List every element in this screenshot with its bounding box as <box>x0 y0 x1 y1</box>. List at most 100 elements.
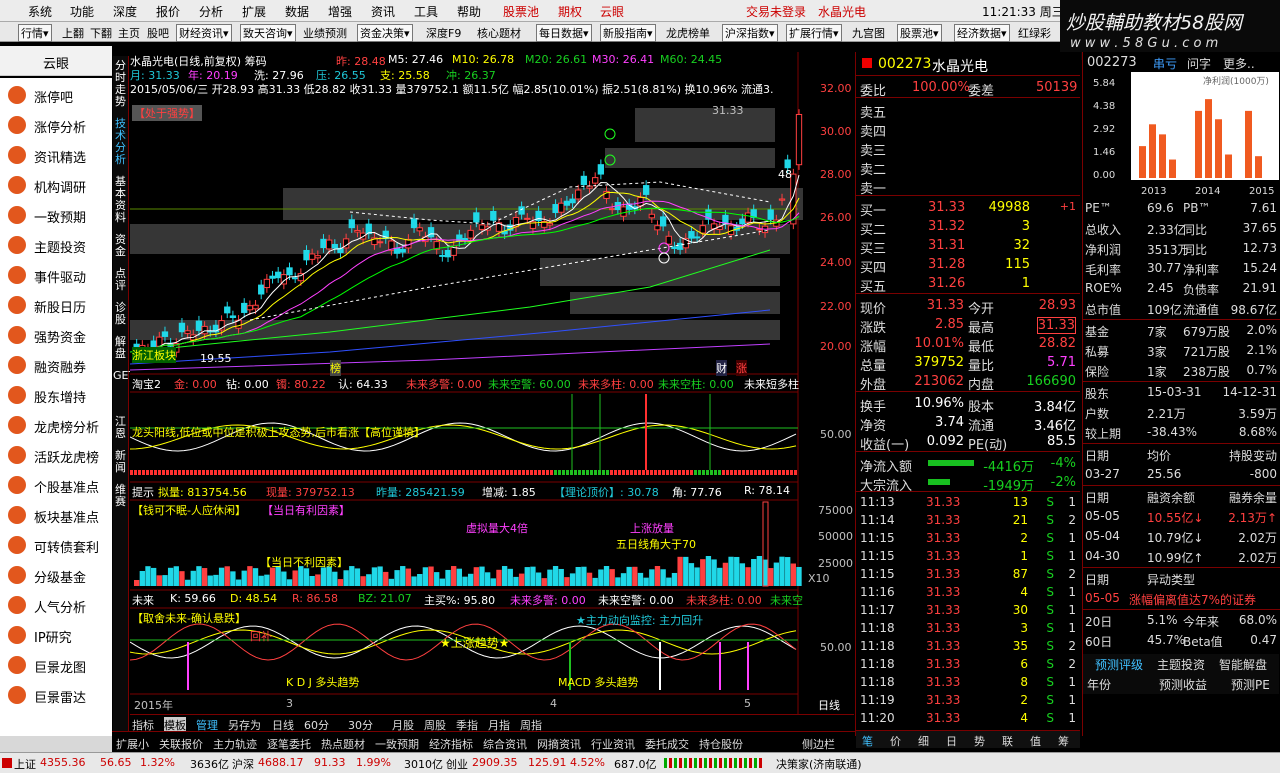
vtab-1[interactable]: 技术分析 <box>113 118 128 166</box>
function-tab-4[interactable]: 热点题材 <box>321 736 365 752</box>
menu-info[interactable]: 资讯 <box>371 3 395 20</box>
sidebar-item-5[interactable]: 主题投资 <box>0 230 112 260</box>
sidebar-item-20[interactable]: 巨景雷达 <box>0 680 112 710</box>
fin-btab-0[interactable]: 预测评级 <box>1095 656 1143 673</box>
toolbar-quote[interactable]: 行情▾ <box>18 24 52 42</box>
function-tab-2[interactable]: 主力轨迹 <box>213 736 257 752</box>
toolbar-finance-news[interactable]: 财经资讯▾ <box>176 24 232 42</box>
vtab-10[interactable]: 维赛 <box>113 484 128 508</box>
menu-depth[interactable]: 深度 <box>113 3 137 20</box>
function-tab-7[interactable]: 综合资讯 <box>483 736 527 752</box>
sidebar-item-9[interactable]: 融资融券 <box>0 350 112 380</box>
buy-row[interactable]: 买五 31.26 1 <box>856 275 1080 295</box>
fin-btab-1[interactable]: 主题投资 <box>1157 656 1205 673</box>
function-tab-8[interactable]: 网摘资讯 <box>537 736 581 752</box>
sell-row[interactable]: 卖一 <box>856 177 1080 197</box>
menu-quote[interactable]: 报价 <box>156 3 180 20</box>
sidebar-item-13[interactable]: 个股基准点 <box>0 470 112 500</box>
quote-tab-3[interactable]: 日 <box>946 733 957 749</box>
function-tab-9[interactable]: 行业资讯 <box>591 736 635 752</box>
fin-tab-2[interactable]: 更多.. <box>1223 55 1255 72</box>
sidebar-item-10[interactable]: 股东增持 <box>0 380 112 410</box>
sidebar-item-16[interactable]: 分级基金 <box>0 560 112 590</box>
sell-row[interactable]: 卖三 <box>856 139 1080 159</box>
quote-tab-7[interactable]: 筹 <box>1058 733 1069 749</box>
sz-label[interactable]: 沪深 <box>232 756 254 772</box>
trade-login-status[interactable]: 交易未登录 <box>746 3 806 20</box>
sidebar-item-11[interactable]: 龙虎榜分析 <box>0 410 112 440</box>
toolbar-ipo-guide[interactable]: 新股指南▾ <box>600 24 656 42</box>
menu-data[interactable]: 数据 <box>285 3 309 20</box>
sell-row[interactable]: 卖五 <box>856 101 1080 121</box>
vtab-8[interactable]: 江恩 <box>113 416 128 440</box>
vtab-0[interactable]: 分时走势 <box>113 60 128 108</box>
sidebar-item-15[interactable]: 可转债套利 <box>0 530 112 560</box>
quote-tab-1[interactable]: 价 <box>890 733 901 749</box>
sidebar-scroll[interactable] <box>0 736 112 752</box>
menu-extend[interactable]: 扩展 <box>242 3 266 20</box>
toolbar-home[interactable]: 主页 <box>118 25 140 41</box>
toolbar-f9[interactable]: 深度F9 <box>426 25 461 41</box>
toolbar-forecast[interactable]: 业绩预测 <box>303 25 347 41</box>
flow-row[interactable]: 大宗流入 -1949万 -2% <box>856 474 1080 494</box>
menu-system[interactable]: 系统 <box>28 3 52 20</box>
menu-help[interactable]: 帮助 <box>457 3 481 20</box>
sidebar-item-8[interactable]: 强势资金 <box>0 320 112 350</box>
sidebar-item-19[interactable]: 巨景龙图 <box>0 650 112 680</box>
period-label[interactable]: 日线 <box>818 697 840 713</box>
buy-row[interactable]: 买四 31.28 115 <box>856 256 1080 276</box>
function-tab-6[interactable]: 经济指标 <box>429 736 473 752</box>
cy-label[interactable]: 创业 <box>446 756 468 772</box>
menu-stock-pool[interactable]: 股票池 <box>503 3 539 20</box>
function-tab-12[interactable]: 侧边栏 <box>802 736 835 752</box>
sidebar-item-14[interactable]: 板块基准点 <box>0 500 112 530</box>
quote-tab-2[interactable]: 细 <box>918 733 929 749</box>
fin-tab-1[interactable]: 问字 <box>1187 55 1211 72</box>
toolbar-econ-data[interactable]: 经济数据▾ <box>954 24 1010 42</box>
sidebar-item-3[interactable]: 机构调研 <box>0 170 112 200</box>
sidebar-item-4[interactable]: 一致预期 <box>0 200 112 230</box>
menu-options[interactable]: 期权 <box>558 3 582 20</box>
vtab-7[interactable]: GET <box>113 370 135 382</box>
vtab-6[interactable]: 解盘 <box>113 336 128 360</box>
toolbar-page-up[interactable]: 上翻 <box>62 25 84 41</box>
toolbar-nine-grid[interactable]: 九宫图 <box>852 25 885 41</box>
function-tab-3[interactable]: 逐笔委托 <box>267 736 311 752</box>
menu-cloud-eye[interactable]: 云眼 <box>600 3 624 20</box>
toolbar-core-topic[interactable]: 核心题材 <box>477 25 521 41</box>
function-tab-0[interactable]: 扩展小 <box>116 736 149 752</box>
quote-tab-6[interactable]: 值 <box>1030 733 1041 749</box>
vtab-3[interactable]: 资金 <box>113 234 128 258</box>
sidebar-item-6[interactable]: 事件驱动 <box>0 260 112 290</box>
fin-btab-2[interactable]: 智能解盘 <box>1219 656 1267 673</box>
sell-row[interactable]: 卖四 <box>856 120 1080 140</box>
quote-tab-0[interactable]: 笔 <box>862 733 873 749</box>
toolbar-page-down[interactable]: 下翻 <box>90 25 112 41</box>
sidebar-item-2[interactable]: 资讯精选 <box>0 140 112 170</box>
buy-row[interactable]: 买二 31.32 3 <box>856 218 1080 238</box>
toolbar-consult[interactable]: 致天咨询▾ <box>240 24 296 42</box>
quote-tab-4[interactable]: 势 <box>974 733 985 749</box>
toolbar-forum[interactable]: 股吧 <box>147 25 169 41</box>
flow-row[interactable]: 净流入额 -4416万 -4% <box>856 455 1080 475</box>
menu-tools[interactable]: 工具 <box>414 3 438 20</box>
function-tab-1[interactable]: 关联报价 <box>159 736 203 752</box>
toolbar-lottery[interactable]: 红绿彩 <box>1018 25 1051 41</box>
toolbar-stock-pool[interactable]: 股票池▾ <box>897 24 942 42</box>
fin-tab-0[interactable]: 串亏 <box>1153 55 1177 72</box>
toolbar-ext-quote[interactable]: 扩展行情▾ <box>786 24 842 42</box>
buy-row[interactable]: 买三 31.31 32 <box>856 237 1080 257</box>
function-tab-10[interactable]: 委托成交 <box>645 736 689 752</box>
sh-label[interactable]: 上证 <box>14 756 36 772</box>
toolbar-daily-data[interactable]: 每日数据▾ <box>536 24 592 42</box>
sidebar-item-1[interactable]: 涨停分析 <box>0 110 112 140</box>
function-tab-5[interactable]: 一致预期 <box>375 736 419 752</box>
vtab-4[interactable]: 点评 <box>113 268 128 292</box>
vtab-5[interactable]: 诊股 <box>113 302 128 326</box>
menu-enhance[interactable]: 增强 <box>328 3 352 20</box>
vtab-2[interactable]: 基本资料 <box>113 176 128 224</box>
quote-pin-icon[interactable] <box>862 58 872 68</box>
menu-function[interactable]: 功能 <box>70 3 94 20</box>
quote-tab-5[interactable]: 联 <box>1002 733 1013 749</box>
sell-row[interactable]: 卖二 <box>856 158 1080 178</box>
